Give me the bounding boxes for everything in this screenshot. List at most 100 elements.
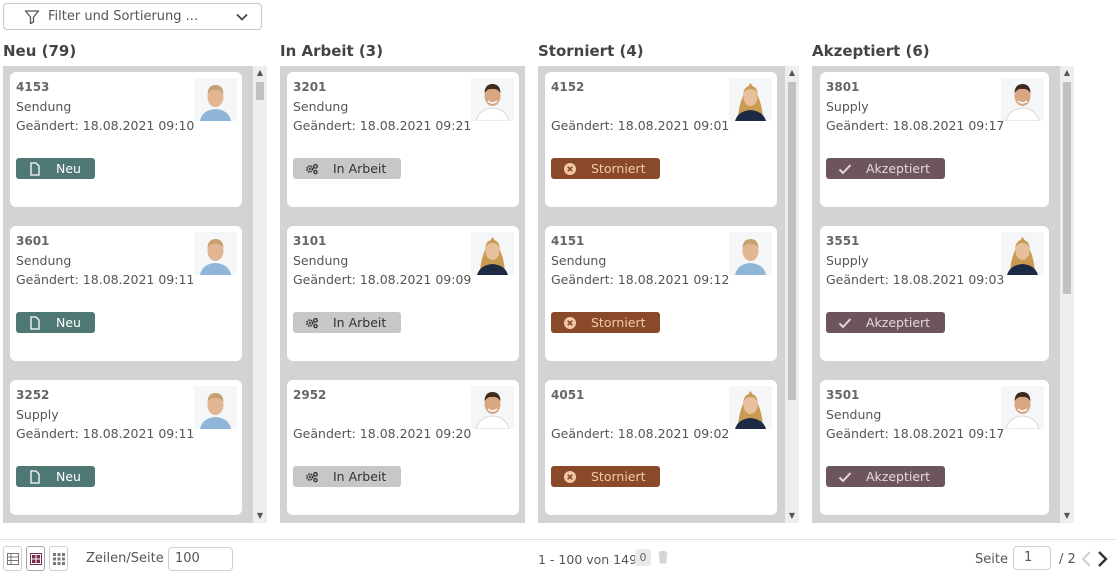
status-badge-storniert: Storniert xyxy=(551,312,660,333)
card-id: 3101 xyxy=(293,234,327,248)
task-card[interactable]: 3252 Supply Geändert: 18.08.2021 09:11 N… xyxy=(10,380,242,515)
status-label: Akzeptiert xyxy=(866,469,931,484)
task-card[interactable]: 3501 Sendung Geändert: 18.08.2021 09:17 … xyxy=(820,380,1049,515)
cancel-circle-icon xyxy=(564,316,576,329)
column-scrollbar[interactable]: ▲ ▼ xyxy=(785,66,799,523)
card-id: 3551 xyxy=(826,234,860,248)
card-id: 4153 xyxy=(16,80,50,94)
status-badge-in-arbeit: In Arbeit xyxy=(293,466,401,487)
filter-sort-dropdown[interactable]: Filter und Sortierung ... xyxy=(3,3,262,30)
task-card[interactable]: 3201 Sendung Geändert: 18.08.2021 09:21 … xyxy=(287,72,519,207)
task-card[interactable]: 2952 Geändert: 18.08.2021 09:20 In Arbei… xyxy=(287,380,519,515)
document-icon xyxy=(30,315,40,330)
task-card[interactable]: 4152 Geändert: 18.08.2021 09:01 Stornier… xyxy=(545,72,777,207)
card-type: Sendung xyxy=(16,99,72,114)
cancel-circle-icon xyxy=(564,162,576,175)
task-card[interactable]: 4051 Geändert: 18.08.2021 09:02 Stornier… xyxy=(545,380,777,515)
check-icon xyxy=(838,471,852,482)
column-title: Storniert (4) xyxy=(538,42,644,60)
list-view-button[interactable] xyxy=(3,546,22,571)
avatar-man xyxy=(194,78,237,121)
task-card[interactable]: 3551 Supply Geändert: 18.08.2021 09:03 A… xyxy=(820,226,1049,361)
task-card[interactable]: 3601 Sendung Geändert: 18.08.2021 09:11 … xyxy=(10,226,242,361)
scroll-up-icon[interactable]: ▲ xyxy=(253,66,267,80)
status-label: In Arbeit xyxy=(333,469,387,484)
column-lane: 3201 Sendung Geändert: 18.08.2021 09:21 … xyxy=(280,66,525,523)
status-badge-storniert: Storniert xyxy=(551,466,660,487)
card-type: Sendung xyxy=(551,253,607,268)
column-lane: 3801 Supply Geändert: 18.08.2021 09:17 A… xyxy=(812,66,1074,523)
selected-count-badge: 0 xyxy=(635,549,651,566)
status-label: Storniert xyxy=(591,161,646,176)
card-changed-date: Geändert: 18.08.2021 09:11 xyxy=(16,426,195,441)
scroll-down-icon[interactable]: ▼ xyxy=(785,509,799,523)
trash-icon[interactable] xyxy=(657,550,669,564)
avatar-man xyxy=(471,78,514,121)
scroll-thumb[interactable] xyxy=(788,82,796,400)
column-scrollbar[interactable]: ▲ ▼ xyxy=(253,66,267,523)
avatar-woman xyxy=(1001,232,1044,275)
card-id: 4051 xyxy=(551,388,585,402)
document-icon xyxy=(30,469,40,484)
page-number-input[interactable]: 1 xyxy=(1013,546,1051,570)
document-icon xyxy=(30,161,40,176)
next-page-icon[interactable] xyxy=(1097,550,1109,568)
filter-icon xyxy=(24,9,40,24)
scroll-up-icon[interactable]: ▲ xyxy=(785,66,799,80)
avatar-woman xyxy=(729,78,772,121)
status-label: Storniert xyxy=(591,315,646,330)
card-changed-date: Geändert: 18.08.2021 09:02 xyxy=(551,426,730,441)
rows-per-page-input[interactable]: 100 xyxy=(168,547,233,571)
scroll-down-icon[interactable]: ▼ xyxy=(253,509,267,523)
prev-page-icon[interactable] xyxy=(1080,550,1092,568)
gears-icon xyxy=(306,317,318,328)
task-card[interactable]: 3801 Supply Geändert: 18.08.2021 09:17 A… xyxy=(820,72,1049,207)
card-type: Sendung xyxy=(826,407,882,422)
card-type: Sendung xyxy=(293,99,349,114)
avatar-man xyxy=(729,232,772,275)
column-scrollbar[interactable]: ▲ ▼ xyxy=(1060,66,1074,523)
card-type: Supply xyxy=(826,99,869,114)
column-neu: Neu (79) 4153 Sendung Geändert: 18.08.20… xyxy=(3,38,267,523)
list-view-icon xyxy=(6,552,19,565)
kanban-view-icon xyxy=(29,552,42,565)
card-type: Supply xyxy=(826,253,869,268)
card-type: Sendung xyxy=(293,253,349,268)
status-badge-neu: Neu xyxy=(16,466,95,487)
pagination-footer: Zeilen/Seite 100 1 - 100 von 149 0 Seite… xyxy=(0,539,1117,578)
card-id: 4151 xyxy=(551,234,585,248)
filter-sort-label: Filter und Sortierung ... xyxy=(48,9,199,24)
grid-view-button[interactable] xyxy=(49,546,68,571)
scroll-down-icon[interactable]: ▼ xyxy=(1060,509,1074,523)
status-label: In Arbeit xyxy=(333,315,387,330)
avatar-woman xyxy=(471,232,514,275)
status-badge-in-arbeit: In Arbeit xyxy=(293,312,401,333)
card-id: 2952 xyxy=(293,388,327,402)
card-changed-date: Geändert: 18.08.2021 09:17 xyxy=(826,118,1005,133)
status-badge-akzeptiert: Akzeptiert xyxy=(826,466,945,487)
column-in-arbeit: In Arbeit (3) 3201 Sendung Geändert: 18.… xyxy=(280,38,525,523)
card-changed-date: Geändert: 18.08.2021 09:11 xyxy=(16,272,195,287)
avatar-man xyxy=(1001,386,1044,429)
page-total: / 2 xyxy=(1059,552,1076,567)
avatar-man xyxy=(194,232,237,275)
rows-per-page-label: Zeilen/Seite xyxy=(86,551,164,566)
status-badge-akzeptiert: Akzeptiert xyxy=(826,312,945,333)
kanban-view-button[interactable] xyxy=(26,546,45,571)
task-card[interactable]: 4151 Sendung Geändert: 18.08.2021 09:12 … xyxy=(545,226,777,361)
scroll-thumb[interactable] xyxy=(256,82,264,100)
task-card[interactable]: 3101 Sendung Geändert: 18.08.2021 09:09 … xyxy=(287,226,519,361)
scroll-thumb[interactable] xyxy=(1063,82,1071,294)
card-changed-date: Geändert: 18.08.2021 09:20 xyxy=(293,426,472,441)
scroll-up-icon[interactable]: ▲ xyxy=(1060,66,1074,80)
gears-icon xyxy=(306,163,318,174)
avatar-man xyxy=(1001,78,1044,121)
card-changed-date: Geändert: 18.08.2021 09:17 xyxy=(826,426,1005,441)
task-card[interactable]: 4153 Sendung Geändert: 18.08.2021 09:10 … xyxy=(10,72,242,207)
card-changed-date: Geändert: 18.08.2021 09:09 xyxy=(293,272,472,287)
page-label: Seite xyxy=(975,552,1008,567)
card-id: 3601 xyxy=(16,234,50,248)
avatar-woman xyxy=(729,386,772,429)
check-icon xyxy=(838,317,852,328)
grid-view-icon xyxy=(52,552,65,565)
